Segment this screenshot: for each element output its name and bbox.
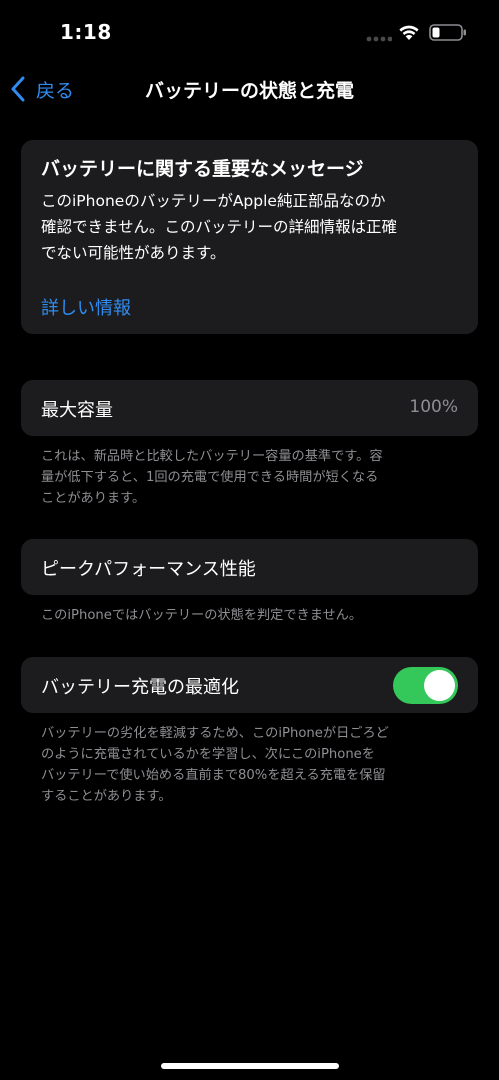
message-title: バッテリーに関する重要なメッセージ <box>41 158 364 180</box>
max-capacity-row: 最大容量 100% <box>21 380 478 436</box>
footnote-line: することがあります。 <box>41 789 172 804</box>
optimized-charging-footnote: バッテリーの劣化を軽減するため、このiPhoneが日ごろど のように充電されてい… <box>41 723 461 807</box>
status-time: 1:18 <box>60 20 112 44</box>
battery-icon <box>429 24 466 41</box>
peak-performance-row: ピークパフォーマンス性能 <box>21 539 478 595</box>
message-body-line: このiPhoneのバッテリーがApple純正部品なのか <box>41 192 386 210</box>
navigation-bar: 戻る バッテリーの状態と充電 <box>0 62 499 116</box>
message-body: このiPhoneのバッテリーがApple純正部品なのか 確認できません。このバッ… <box>41 188 461 266</box>
peak-performance-footnote: このiPhoneではバッテリーの状態を判定できません。 <box>41 605 461 626</box>
footnote-line: バッテリーの劣化を軽減するため、このiPhoneが日ごろど <box>41 726 389 741</box>
peak-performance-label: ピークパフォーマンス性能 <box>41 559 256 580</box>
footnote-line: バッテリーで使い始める直前まで80%を超える充電を保留 <box>41 768 386 783</box>
message-body-line: 確認できません。このバッテリーの詳細情報は正確 <box>41 218 398 236</box>
page-title: バッテリーの状態と充電 <box>144 80 354 102</box>
footnote-line: ことがあります。 <box>41 491 146 506</box>
footnote-line: 量が低下すると、1回の充電で使用できる時間が短くなる <box>41 470 379 485</box>
optimized-charging-row: バッテリー充電の最適化 <box>21 657 478 713</box>
toggle-knob <box>424 670 455 701</box>
battery-message-card: バッテリーに関する重要なメッセージ このiPhoneのバッテリーがApple純正… <box>21 140 478 334</box>
max-capacity-footnote: これは、新品時と比較したバッテリー容量の基準です。容 量が低下すると、1回の充電… <box>41 446 461 509</box>
optimized-charging-label: バッテリー充電の最適化 <box>41 677 239 698</box>
status-bar: 1:18 <box>0 0 499 60</box>
footnote-line: のように充電されているかを学習し、次にこのiPhoneを <box>41 747 375 762</box>
max-capacity-label: 最大容量 <box>41 400 113 421</box>
cellular-signal-icon <box>366 36 392 42</box>
footnote-line: このiPhoneではバッテリーの状態を判定できません。 <box>41 608 363 623</box>
max-capacity-value: 100% <box>409 397 458 417</box>
footnote-line: これは、新品時と比較したバッテリー容量の基準です。容 <box>41 449 383 464</box>
wifi-icon <box>399 25 419 40</box>
home-indicator[interactable] <box>161 1063 339 1069</box>
learn-more-link[interactable]: 詳しい情報 <box>41 294 131 320</box>
message-body-line: でない可能性があります。 <box>41 244 226 262</box>
optimized-charging-toggle[interactable] <box>393 667 458 704</box>
